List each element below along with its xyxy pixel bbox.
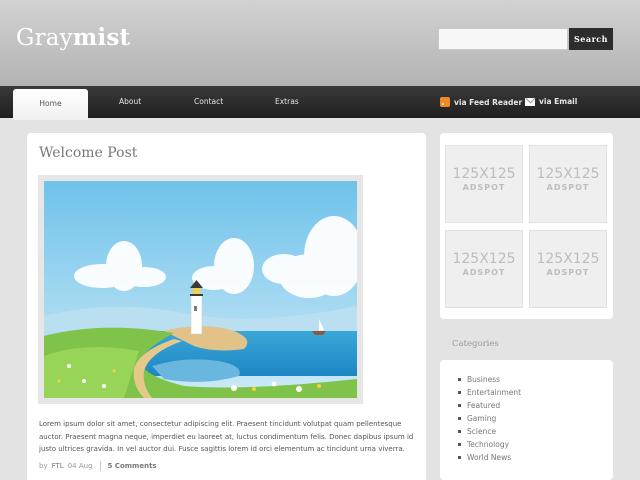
- logo-text-bold: mist: [72, 24, 131, 51]
- post-body: Lorem ipsum dolor sit amet, consectetur …: [39, 420, 414, 453]
- mail-icon: [525, 97, 535, 106]
- nav-item-extras[interactable]: Extras: [275, 97, 299, 106]
- post-title[interactable]: Welcome Post: [39, 145, 137, 161]
- category-link-business[interactable]: Business: [458, 373, 521, 386]
- nav-item-contact[interactable]: Contact: [194, 97, 223, 106]
- ad-size-label: 125X125: [452, 251, 516, 267]
- email-label: via Email: [539, 97, 578, 106]
- categories-list: Business Entertainment Featured Gaming S…: [458, 373, 521, 464]
- ad-spot-1[interactable]: 125X125 ADSPOT: [445, 145, 523, 223]
- lighthouse-illustration: [44, 181, 357, 398]
- post-meta: by FTL 04 Aug 5 Comments: [39, 461, 157, 471]
- category-link-world-news[interactable]: World News: [458, 451, 521, 464]
- meta-divider: [99, 461, 101, 471]
- search-input[interactable]: [438, 28, 568, 50]
- category-link-science[interactable]: Science: [458, 425, 521, 438]
- ad-spot-2[interactable]: 125X125 ADSPOT: [529, 145, 607, 223]
- nav-item-about[interactable]: About: [119, 97, 141, 106]
- category-link-featured[interactable]: Featured: [458, 399, 521, 412]
- ad-label: ADSPOT: [462, 183, 506, 192]
- ad-size-label: 125X125: [536, 166, 600, 182]
- post-image: [38, 175, 363, 404]
- ad-label: ADSPOT: [546, 183, 590, 192]
- ad-label: ADSPOT: [462, 268, 506, 277]
- categories-heading: Categories: [452, 339, 499, 349]
- rss-icon: [440, 97, 450, 107]
- post-date: 04 Aug: [67, 462, 93, 470]
- category-link-technology[interactable]: Technology: [458, 438, 521, 451]
- email-link[interactable]: via Email: [525, 97, 577, 106]
- ad-spot-4[interactable]: 125X125 ADSPOT: [529, 230, 607, 308]
- post-author-link[interactable]: FTL: [52, 462, 64, 470]
- ad-label: ADSPOT: [546, 268, 590, 277]
- category-link-entertainment[interactable]: Entertainment: [458, 386, 521, 399]
- feed-reader-link[interactable]: via Feed Reader: [440, 97, 522, 107]
- logo-text-light: Gray: [16, 25, 73, 51]
- author-prefix: by: [39, 462, 48, 470]
- site-logo[interactable]: Graymist: [16, 24, 130, 51]
- nav-item-home[interactable]: Home: [13, 89, 88, 120]
- comments-link[interactable]: 5 Comments: [108, 462, 157, 470]
- category-link-gaming[interactable]: Gaming: [458, 412, 521, 425]
- search-button[interactable]: Search: [569, 28, 613, 50]
- feed-reader-label: via Feed Reader: [454, 97, 523, 107]
- ad-spot-3[interactable]: 125X125 ADSPOT: [445, 230, 523, 308]
- ad-size-label: 125X125: [536, 251, 600, 267]
- ad-size-label: 125X125: [452, 166, 516, 182]
